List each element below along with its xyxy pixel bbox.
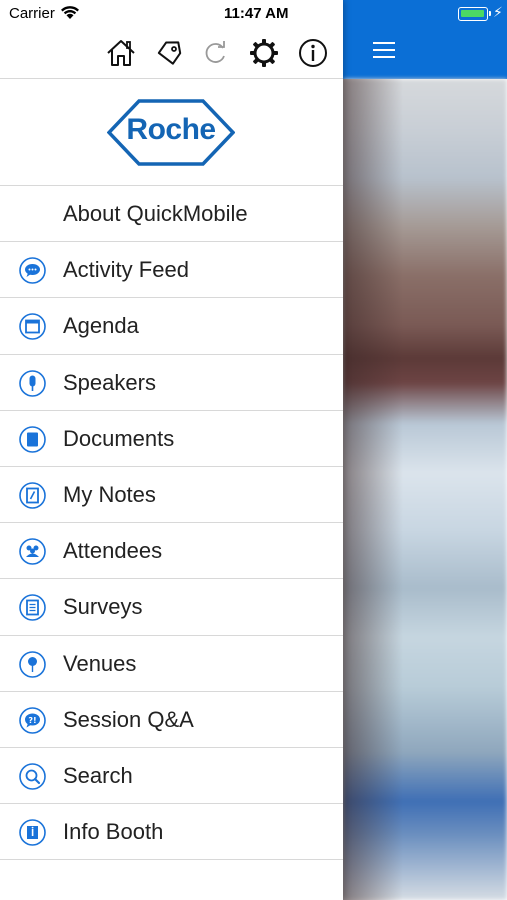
menu-item-label: Surveys	[63, 594, 143, 620]
navigation-drawer: Carrier 11:47 AM Roche About QuickMobile…	[0, 0, 343, 900]
menu-item-documents[interactable]: Documents	[0, 411, 343, 467]
microphone-icon	[19, 369, 46, 397]
battery-tip	[489, 11, 491, 16]
main-content-panel: ⚡	[343, 0, 507, 900]
people-icon	[19, 538, 46, 565]
menu-item-label: About QuickMobile	[63, 201, 248, 226]
settings-gear-icon[interactable]	[247, 36, 281, 70]
calendar-icon	[19, 313, 46, 341]
logo-area: Roche	[0, 79, 343, 186]
menu-item-surveys[interactable]: Surveys	[0, 579, 343, 636]
menu-item-label: Agenda	[63, 313, 139, 339]
refresh-icon[interactable]	[199, 36, 233, 70]
notepad-icon	[19, 482, 46, 509]
tag-icon[interactable]	[153, 36, 187, 70]
document-icon	[19, 425, 46, 453]
menu-item-about-quickmobile[interactable]: About QuickMobile	[0, 186, 343, 243]
navigation-menu: About QuickMobile Activity Feed Agenda S…	[0, 186, 343, 861]
home-icon[interactable]	[104, 36, 138, 70]
menu-item-label: Activity Feed	[63, 257, 189, 283]
menu-item-label: Search	[63, 762, 133, 788]
charging-bolt-icon: ⚡	[493, 5, 503, 21]
menu-item-label: My Notes	[63, 481, 156, 507]
question-bubble-icon: ?!	[19, 706, 46, 734]
menu-item-agenda[interactable]: Agenda	[0, 298, 343, 355]
battery-icon	[458, 7, 488, 21]
roche-logo: Roche	[107, 99, 235, 166]
menu-item-attendees[interactable]: Attendees	[0, 523, 343, 580]
clipboard-icon	[19, 594, 46, 622]
svg-text:?!: ?!	[28, 716, 36, 725]
info-booth-icon	[19, 819, 46, 846]
search-icon	[19, 763, 46, 790]
menu-item-label: Documents	[63, 425, 175, 451]
drawer-toolbar	[0, 26, 343, 79]
menu-item-info-booth[interactable]: Info Booth	[0, 804, 343, 861]
main-header-bar: ⚡	[343, 0, 507, 79]
menu-item-venues[interactable]: Venues	[0, 636, 343, 692]
battery-level	[461, 10, 484, 17]
menu-item-label: Venues	[63, 650, 137, 676]
photo-shadow	[343, 79, 403, 900]
status-bar: Carrier 11:47 AM	[0, 0, 343, 26]
menu-item-label: Attendees	[63, 538, 163, 564]
menu-item-search[interactable]: Search	[0, 748, 343, 805]
logo-text: Roche	[126, 113, 216, 146]
menu-item-speakers[interactable]: Speakers	[0, 355, 343, 411]
hamburger-menu-icon[interactable]	[373, 42, 395, 60]
menu-item-session-qa[interactable]: ?! Session Q&A	[0, 692, 343, 748]
map-pin-icon	[19, 650, 46, 678]
clock-time: 11:47 AM	[224, 5, 289, 22]
wifi-icon	[61, 6, 79, 19]
menu-item-label: Session Q&A	[63, 706, 194, 732]
info-icon[interactable]	[296, 36, 330, 70]
carrier-label: Carrier	[9, 5, 55, 22]
menu-item-my-notes[interactable]: My Notes	[0, 467, 343, 524]
menu-item-label: Info Booth	[63, 819, 164, 845]
menu-item-activity-feed[interactable]: Activity Feed	[0, 242, 343, 299]
menu-item-label: Speakers	[63, 369, 156, 395]
chat-bubble-icon	[19, 257, 46, 284]
